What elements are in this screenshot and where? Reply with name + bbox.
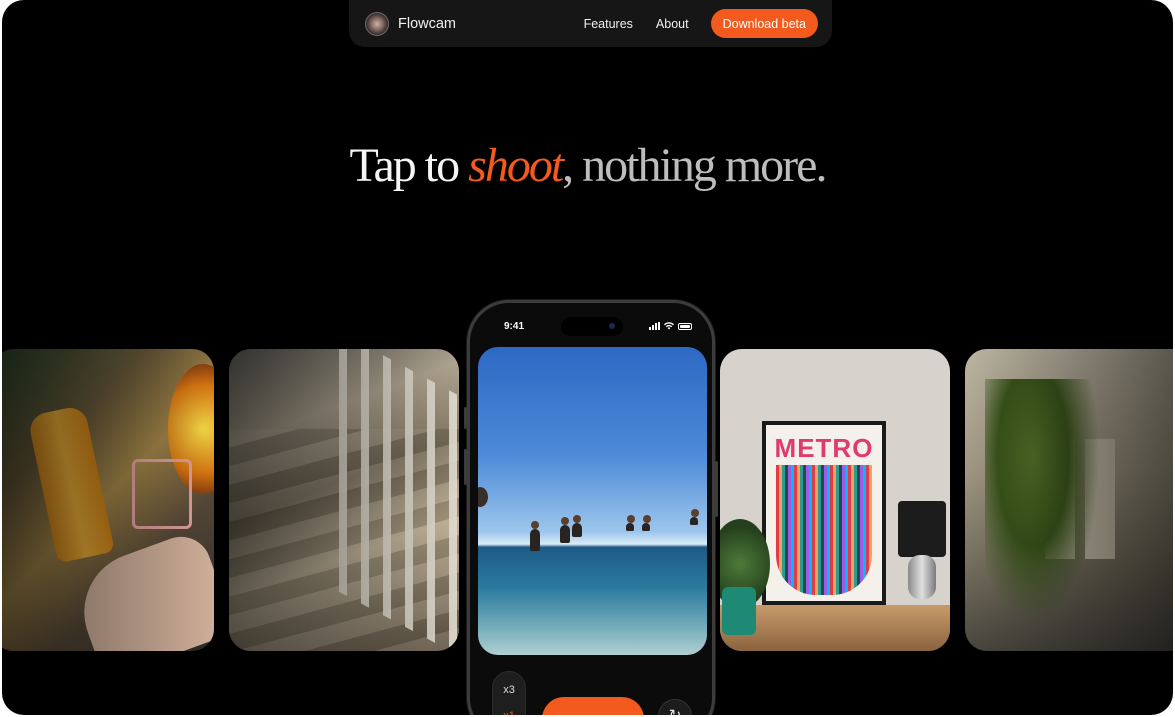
hero-headline: Tap to shoot, nothing more.: [2, 138, 1173, 193]
ivy: [985, 379, 1105, 639]
headline-text-end: , nothing more.: [562, 139, 827, 192]
stairs: [229, 429, 459, 651]
pink-chair: [132, 459, 192, 529]
phone-side-button: [715, 461, 718, 517]
window-shutter: [1085, 439, 1115, 559]
swimmer: [530, 521, 540, 551]
metro-poster-photo: METRO: [720, 349, 950, 651]
hand: [67, 528, 214, 651]
window-shutter: [1045, 439, 1075, 559]
swimmer: [626, 515, 635, 531]
page-frame: Flowcam Features About Download beta Tap…: [2, 0, 1173, 715]
status-icons: [649, 322, 692, 330]
poster-frame: METRO: [762, 421, 886, 605]
camera-viewfinder[interactable]: [478, 347, 707, 655]
headline-text-start: Tap to: [349, 139, 469, 192]
ivy-street-photo: [965, 349, 1173, 651]
lamp-base: [908, 555, 936, 599]
wifi-icon: [664, 322, 674, 330]
plant-pot: [722, 587, 756, 635]
staircase-shadows-photo: [229, 349, 459, 651]
status-time: 9:41: [504, 321, 525, 332]
phone-mockup: 9:41 x3 x1 ↻: [464, 300, 718, 715]
brand-name[interactable]: Flowcam: [398, 16, 456, 32]
zoom-option-x3[interactable]: x3: [493, 684, 525, 696]
cellular-signal-icon: [649, 322, 660, 330]
lemonade-bottle-photo: [2, 349, 214, 651]
headline-accent-word: shoot: [468, 139, 564, 192]
battery-icon: [678, 322, 692, 330]
rotate-camera-icon[interactable]: ↻: [658, 699, 692, 715]
lamp-shade: [898, 501, 946, 557]
status-bar: 9:41: [470, 317, 712, 336]
poster-title: METRO: [774, 433, 874, 463]
front-camera-icon: [609, 323, 615, 329]
swimmer: [690, 509, 699, 525]
zoom-option-x1[interactable]: x1: [493, 710, 525, 715]
railing: [339, 349, 459, 651]
top-nav: Flowcam Features About Download beta: [349, 0, 832, 47]
phone-side-button: [464, 407, 467, 429]
swimmer: [642, 515, 651, 531]
nav-link-features[interactable]: Features: [584, 17, 633, 31]
nav-links: Features About Download beta: [584, 9, 818, 38]
flowcam-logo-icon[interactable]: [365, 11, 389, 36]
swimmer: [572, 515, 582, 537]
phone-side-button: [464, 449, 467, 485]
download-beta-button[interactable]: Download beta: [710, 9, 818, 38]
zoom-selector: x3 x1: [492, 671, 526, 715]
bottle: [27, 404, 115, 564]
dynamic-island: [561, 317, 623, 336]
rock: [478, 487, 488, 507]
swimmer: [560, 517, 570, 543]
poster-lines: [776, 465, 872, 595]
fruit-sculpture: [168, 364, 214, 494]
nav-link-about[interactable]: About: [656, 17, 689, 31]
shutter-button[interactable]: [542, 697, 644, 715]
